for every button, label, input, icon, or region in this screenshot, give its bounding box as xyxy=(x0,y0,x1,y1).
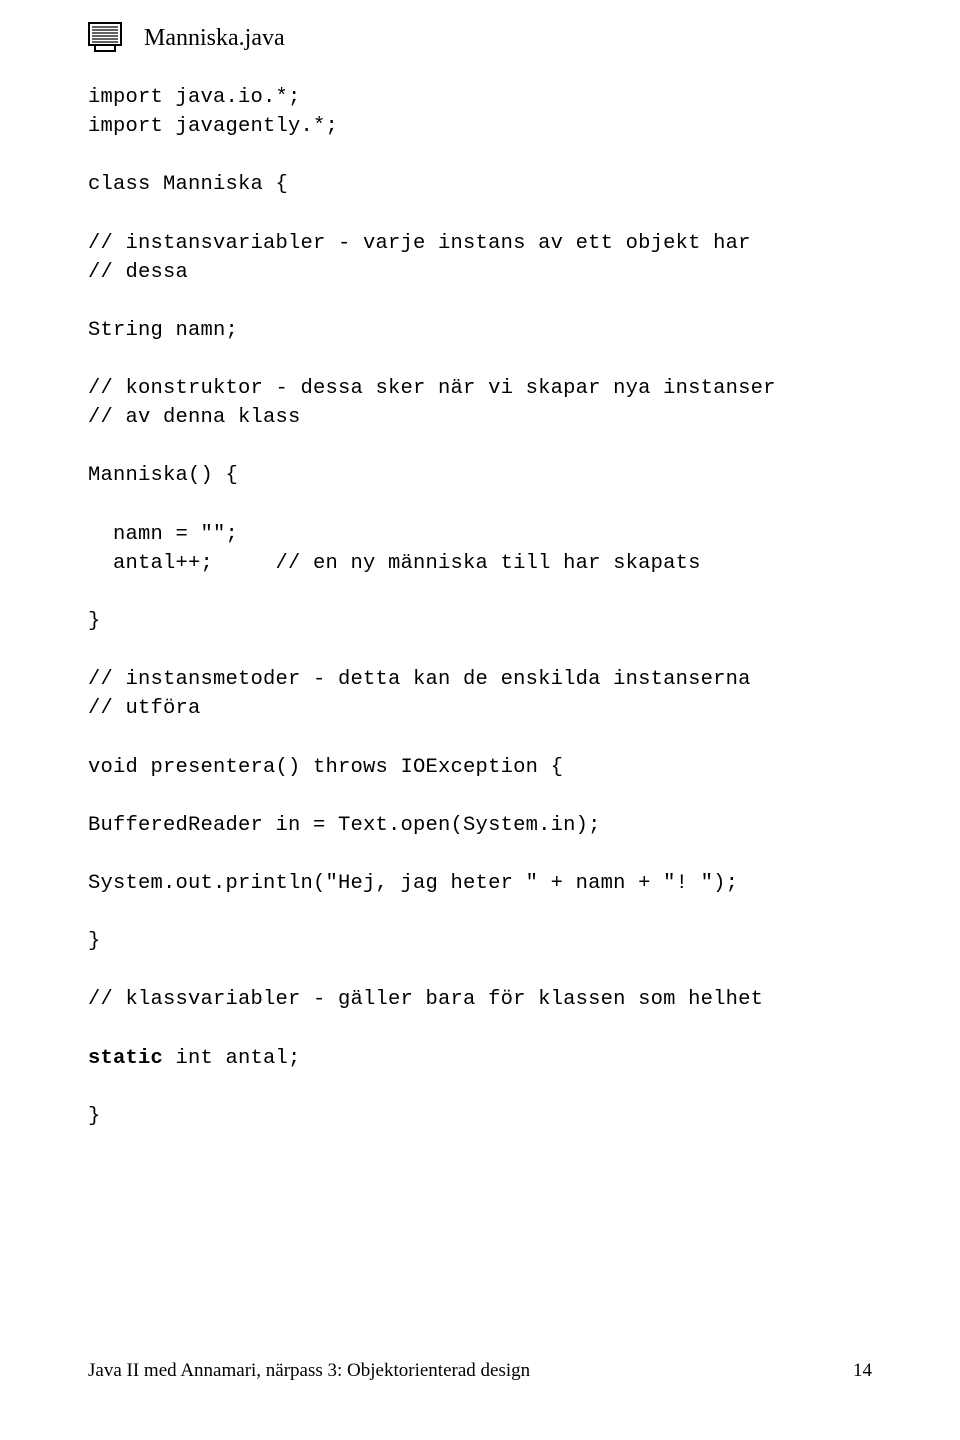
code-keyword: static xyxy=(88,1047,163,1070)
code-line: // klassvariabler - gäller bara för klas… xyxy=(88,988,763,1011)
page-number: 14 xyxy=(853,1360,872,1382)
code-line: } xyxy=(88,930,101,953)
code-line: BufferedReader in = Text.open(System.in)… xyxy=(88,814,601,837)
page-content: Manniska.java import java.io.*; import j… xyxy=(0,0,960,1131)
code-line: } xyxy=(88,1105,101,1128)
code-line: } xyxy=(88,610,101,633)
file-heading: Manniska.java xyxy=(144,22,285,53)
code-line: // instansvariabler - varje instans av e… xyxy=(88,232,751,255)
code-line: int antal; xyxy=(163,1047,301,1070)
code-line: String namn; xyxy=(88,319,238,342)
code-line: // instansmetoder - detta kan de enskild… xyxy=(88,668,751,691)
heading-row: Manniska.java xyxy=(88,22,872,57)
code-line: // konstruktor - dessa sker när vi skapa… xyxy=(88,377,776,400)
code-line: class Manniska { xyxy=(88,173,288,196)
code-line: antal++; // en ny människa till har skap… xyxy=(88,552,701,575)
code-line: // dessa xyxy=(88,261,188,284)
code-line: void presentera() throws IOException { xyxy=(88,756,563,779)
code-line: namn = ""; xyxy=(88,523,238,546)
code-block: import java.io.*; import javagently.*; c… xyxy=(88,83,872,1131)
code-line: import javagently.*; xyxy=(88,115,338,138)
code-line: // utföra xyxy=(88,697,201,720)
footer-text: Java II med Annamari, närpass 3: Objekto… xyxy=(88,1360,530,1382)
code-line: System.out.println("Hej, jag heter " + n… xyxy=(88,872,738,895)
code-line: Manniska() { xyxy=(88,464,238,487)
code-line: // av denna klass xyxy=(88,406,301,429)
computer-icon xyxy=(88,22,122,57)
code-line: import java.io.*; xyxy=(88,86,301,109)
page-footer: Java II med Annamari, närpass 3: Objekto… xyxy=(88,1360,872,1382)
